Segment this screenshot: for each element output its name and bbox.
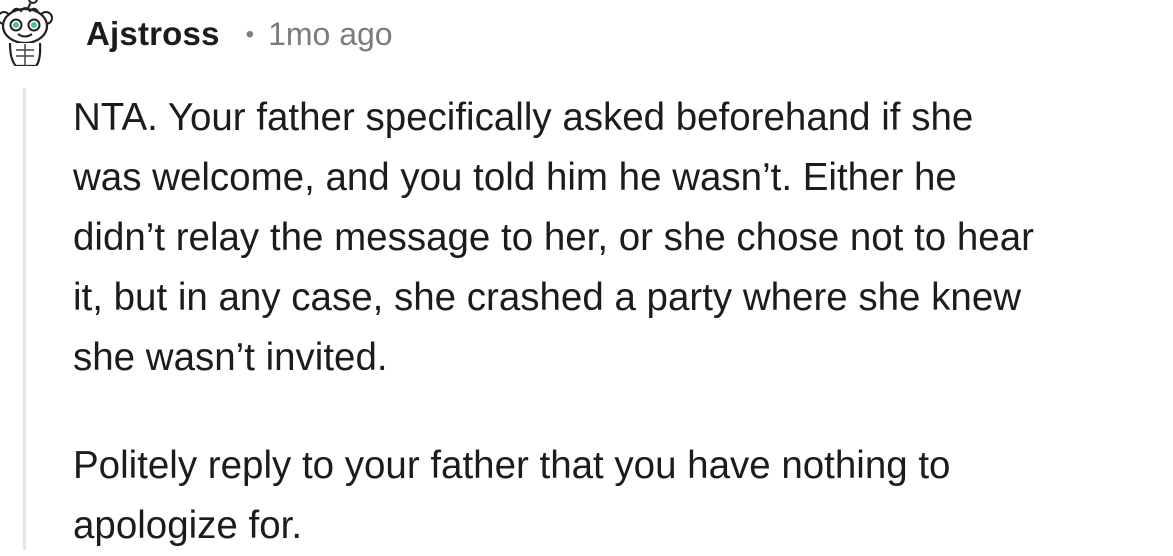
comment-paragraph: NTA. Your father specifically asked befo… [73, 88, 1169, 388]
comment-text-line: apologize for. [73, 504, 303, 547]
comment-text-line: didn’t relay the message to her, or she … [73, 216, 1034, 259]
comment-text-line: NTA. Your father specifically asked befo… [73, 96, 974, 139]
comment: Ajstross • 1mo ago NTA. Your father spec… [0, 0, 1173, 550]
comment-text-line: she wasn’t invited. [73, 336, 388, 379]
thread-collapse-line[interactable] [23, 88, 26, 550]
author-username[interactable]: Ajstross [86, 15, 220, 53]
comment-paragraph: Politely reply to your father that you h… [73, 436, 1169, 556]
comment-text-line: it, but in any case, she crashed a party… [73, 276, 1022, 319]
comment-body: NTA. Your father specifically asked befo… [73, 88, 1169, 556]
snoo-avatar-icon[interactable] [0, 0, 56, 68]
comment-timestamp[interactable]: 1mo ago [268, 16, 393, 53]
comment-header: Ajstross • 1mo ago [86, 12, 393, 56]
meta-separator: • [245, 21, 255, 48]
comment-text-line: Politely reply to your father that you h… [73, 444, 951, 487]
comment-text-line: was welcome, and you told him he wasn’t.… [73, 156, 957, 199]
